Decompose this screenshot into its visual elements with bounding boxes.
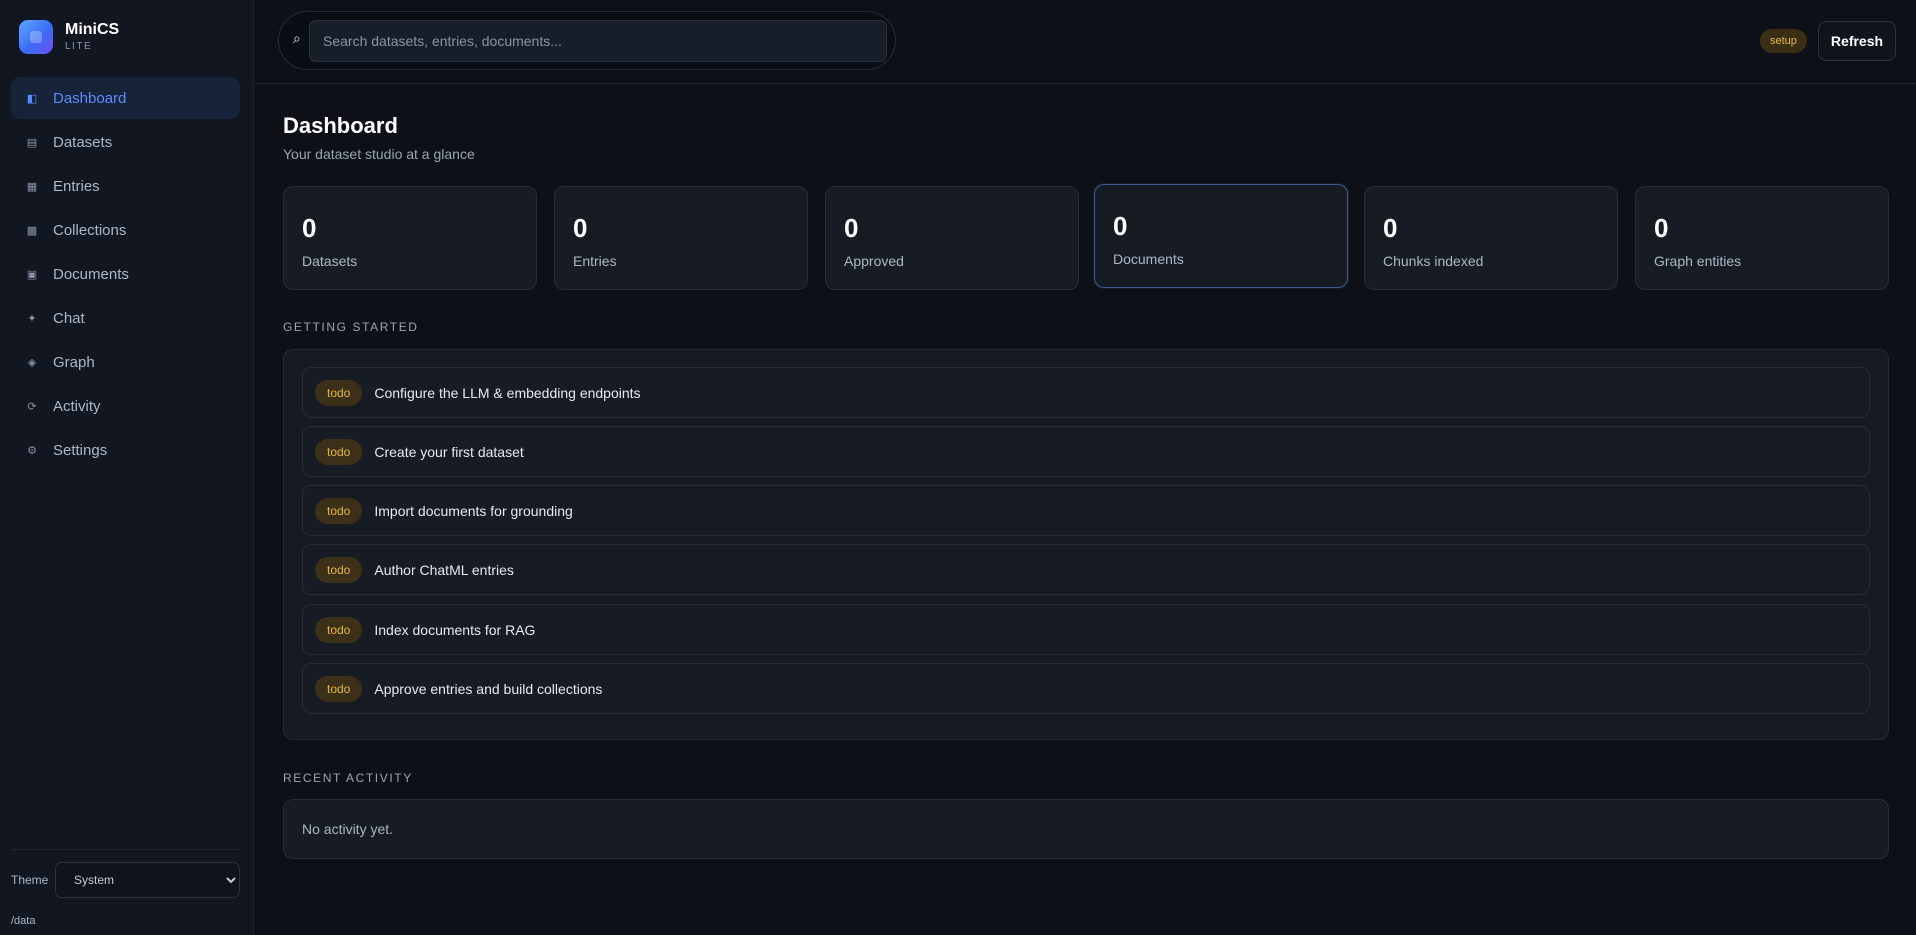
stat-label: Approved bbox=[844, 253, 904, 269]
stat-card-chunks-indexed[interactable]: 0 Chunks indexed bbox=[1364, 186, 1618, 290]
todo-badge: todo bbox=[315, 556, 363, 583]
dashboard-icon: ◧ bbox=[26, 92, 38, 105]
sidebar-item-entries[interactable]: ▦ Entries bbox=[11, 165, 240, 207]
sidebar-item-label: Collections bbox=[53, 221, 127, 239]
refresh-button[interactable]: Refresh bbox=[1818, 21, 1896, 61]
sidebar-nav: ◧ Dashboard ▤ Datasets ▦ Entries ▩ Colle… bbox=[11, 77, 240, 473]
stat-card-graph-entities[interactable]: 0 Graph entities bbox=[1635, 186, 1889, 290]
data-path: /data bbox=[11, 915, 36, 927]
sidebar-item-label: Activity bbox=[53, 397, 101, 415]
stat-label: Documents bbox=[1113, 251, 1184, 267]
datasets-icon: ▤ bbox=[26, 136, 38, 149]
sidebar-item-label: Dashboard bbox=[53, 89, 127, 107]
todo-badge: todo bbox=[315, 379, 363, 406]
task-item[interactable]: todo Import documents for grounding bbox=[302, 485, 1870, 536]
sidebar-item-label: Datasets bbox=[53, 133, 113, 151]
sidebar-item-activity[interactable]: ⟳ Activity bbox=[11, 385, 240, 427]
topbar: ⌕ setup Refresh bbox=[255, 0, 1916, 84]
documents-icon: ▣ bbox=[26, 268, 38, 281]
sidebar-item-settings[interactable]: ⚙ Settings bbox=[11, 429, 240, 471]
setup-badge: setup bbox=[1760, 29, 1807, 53]
sidebar-item-datasets[interactable]: ▤ Datasets bbox=[11, 121, 240, 163]
theme-select[interactable]: System bbox=[55, 862, 240, 898]
sidebar: MiniCS LITE ◧ Dashboard ▤ Datasets ▦ Ent… bbox=[0, 0, 254, 935]
brand[interactable]: MiniCS LITE bbox=[19, 20, 119, 54]
search-input[interactable] bbox=[309, 20, 887, 62]
stat-card-entries[interactable]: 0 Entries bbox=[554, 186, 808, 290]
sidebar-item-dashboard[interactable]: ◧ Dashboard bbox=[11, 77, 240, 119]
sidebar-item-label: Entries bbox=[53, 177, 100, 195]
stat-value: 0 bbox=[1113, 211, 1128, 241]
task-item[interactable]: todo Index documents for RAG bbox=[302, 604, 1870, 655]
chat-icon: ✦ bbox=[27, 312, 37, 325]
task-text: Create your first dataset bbox=[374, 443, 524, 460]
stat-value: 0 bbox=[573, 213, 588, 243]
todo-badge: todo bbox=[315, 497, 363, 524]
sidebar-item-label: Settings bbox=[53, 441, 108, 459]
stat-label: Datasets bbox=[302, 253, 358, 269]
activity-icon: ⟳ bbox=[27, 400, 37, 413]
sidebar-item-graph[interactable]: ◈ Graph bbox=[11, 341, 240, 383]
brand-sub: LITE bbox=[65, 41, 93, 52]
brand-name: MiniCS bbox=[65, 21, 120, 38]
stat-value: 0 bbox=[1654, 213, 1669, 243]
sidebar-item-documents[interactable]: ▣ Documents bbox=[11, 253, 240, 295]
todo-badge: todo bbox=[315, 616, 363, 643]
task-text: Index documents for RAG bbox=[374, 621, 536, 638]
getting-started-heading: GETTING STARTED bbox=[283, 320, 419, 334]
stat-card-approved[interactable]: 0 Approved bbox=[825, 186, 1079, 290]
page-title: Dashboard bbox=[283, 113, 398, 138]
recent-activity-heading: RECENT ACTIVITY bbox=[283, 771, 413, 785]
stat-cards: 0 Datasets 0 Entries 0 Approved 0 Docume… bbox=[283, 184, 1889, 290]
task-text: Author ChatML entries bbox=[374, 561, 514, 578]
stat-value: 0 bbox=[302, 213, 317, 243]
entries-icon: ▦ bbox=[26, 180, 38, 193]
task-text: Import documents for grounding bbox=[374, 502, 573, 519]
recent-activity-panel: No activity yet. bbox=[283, 799, 1889, 859]
todo-badge: todo bbox=[315, 675, 363, 702]
sidebar-item-label: Chat bbox=[53, 309, 85, 327]
stat-label: Entries bbox=[573, 253, 617, 269]
activity-empty-text: No activity yet. bbox=[302, 821, 394, 837]
task-text: Approve entries and build collections bbox=[374, 680, 603, 697]
stat-label: Chunks indexed bbox=[1383, 253, 1484, 269]
sidebar-item-label: Documents bbox=[53, 265, 129, 283]
task-item[interactable]: todo Create your first dataset bbox=[302, 426, 1870, 477]
brand-logo-icon bbox=[19, 20, 53, 54]
getting-started-panel: todo Configure the LLM & embedding endpo… bbox=[283, 349, 1889, 740]
task-item[interactable]: todo Configure the LLM & embedding endpo… bbox=[302, 367, 1870, 418]
theme-label: Theme bbox=[11, 873, 49, 887]
task-item[interactable]: todo Approve entries and build collectio… bbox=[302, 663, 1870, 714]
sidebar-item-chat[interactable]: ✦ Chat bbox=[11, 297, 240, 339]
settings-icon: ⚙ bbox=[27, 444, 37, 457]
task-item[interactable]: todo Author ChatML entries bbox=[302, 544, 1870, 595]
search-bar: ⌕ bbox=[278, 11, 896, 70]
sidebar-item-collections[interactable]: ▩ Collections bbox=[11, 209, 240, 251]
sidebar-item-label: Graph bbox=[53, 353, 95, 371]
todo-badge: todo bbox=[315, 438, 363, 465]
page-subtitle: Your dataset studio at a glance bbox=[283, 146, 475, 162]
stat-value: 0 bbox=[844, 213, 859, 243]
sidebar-footer: Theme System /data bbox=[11, 849, 240, 927]
task-text: Configure the LLM & embedding endpoints bbox=[374, 384, 641, 401]
search-icon: ⌕ bbox=[293, 30, 301, 46]
stat-card-documents[interactable]: 0 Documents bbox=[1094, 184, 1348, 288]
stat-card-datasets[interactable]: 0 Datasets bbox=[283, 186, 537, 290]
graph-icon: ◈ bbox=[27, 356, 37, 369]
stat-value: 0 bbox=[1383, 213, 1398, 243]
stat-label: Graph entities bbox=[1654, 253, 1742, 269]
collections-icon: ▩ bbox=[26, 224, 38, 237]
